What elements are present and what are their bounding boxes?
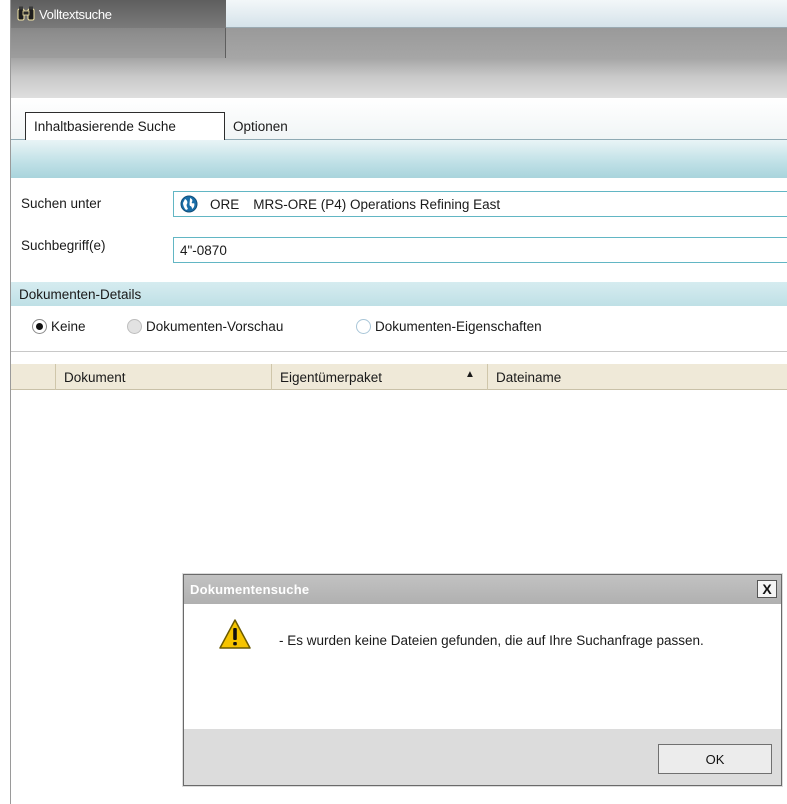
column-header-owner-package[interactable]: Eigentümerpaket (271, 364, 487, 390)
radio-document-preview-label: Dokumenten-Vorschau (146, 319, 284, 334)
tab-options-label: Optionen (233, 118, 288, 134)
document-details-header: Dokumenten-Details (11, 282, 787, 306)
scope-name: MRS-ORE (P4) Operations Refining East (253, 196, 501, 212)
dialog-message: - Es wurden keine Dateien gefunden, die … (279, 633, 704, 648)
tab-options[interactable]: Optionen (225, 112, 296, 140)
column-header-owner-package-label: Eigentümerpaket (280, 369, 383, 385)
search-term-label: Suchbegriff(e) (21, 238, 106, 253)
search-term-input[interactable]: 4"-0870 (173, 237, 787, 263)
dialog-footer: OK (184, 729, 781, 785)
binoculars-icon (17, 6, 35, 21)
row-selector-column (11, 364, 55, 390)
document-details-title: Dokumenten-Details (19, 286, 142, 302)
document-search-dialog: Dokumentensuche X - Es wurden keine Date… (183, 574, 782, 786)
window-title-tab-inner: Volltextsuche (11, 0, 226, 28)
dialog-title: Dokumentensuche (190, 582, 310, 597)
radio-document-properties[interactable]: Dokumenten-Eigenschaften (356, 319, 542, 334)
column-header-document-label: Dokument (64, 369, 126, 385)
dialog-titlebar[interactable]: Dokumentensuche X (184, 575, 781, 604)
globe-icon (180, 195, 198, 213)
radio-none-indicator (32, 319, 47, 334)
scope-label: Suchen unter (21, 196, 102, 211)
scope-field[interactable]: ORE MRS-ORE (P4) Operations Refining Eas… (173, 191, 787, 217)
radio-document-preview-indicator (127, 319, 142, 334)
radio-document-properties-indicator (356, 319, 371, 334)
tab-strip-empty-area (226, 0, 787, 28)
title-tab-strip: Volltextsuche (11, 0, 787, 58)
tab-content-search[interactable]: Inhaltbasierende Suche (25, 112, 225, 140)
column-header-filename[interactable]: Dateiname (487, 364, 787, 390)
dialog-close-button[interactable]: X (757, 580, 777, 598)
search-tabs: Inhaltbasierende Suche Optionen (11, 98, 787, 140)
radio-document-preview[interactable]: Dokumenten-Vorschau (127, 319, 283, 334)
document-details-options: Keine Dokumenten-Vorschau Dokumenten-Eig… (11, 306, 787, 352)
tab-content-band (11, 140, 787, 178)
radio-none-label: Keine (51, 319, 86, 334)
window-title: Volltextsuche (39, 6, 112, 22)
sort-ascending-icon: ▲ (465, 369, 475, 380)
radio-document-properties-label: Dokumenten-Eigenschaften (375, 319, 542, 334)
column-header-document[interactable]: Dokument (55, 364, 271, 390)
ok-button-label: OK (705, 751, 725, 767)
warning-icon (219, 619, 251, 649)
close-icon: X (762, 581, 772, 597)
window-title-tab[interactable]: Volltextsuche (11, 0, 226, 58)
scope-code: ORE (210, 196, 240, 212)
results-grid-header: Dokument Eigentümerpaket ▲ Dateiname (11, 364, 787, 390)
tab-content-search-label: Inhaltbasierende Suche (34, 119, 176, 134)
toolbar-band (11, 58, 787, 98)
radio-none[interactable]: Keine (32, 319, 86, 334)
ok-button[interactable]: OK (658, 744, 772, 774)
search-term-value: 4"-0870 (180, 242, 227, 258)
column-header-filename-label: Dateiname (496, 369, 562, 385)
